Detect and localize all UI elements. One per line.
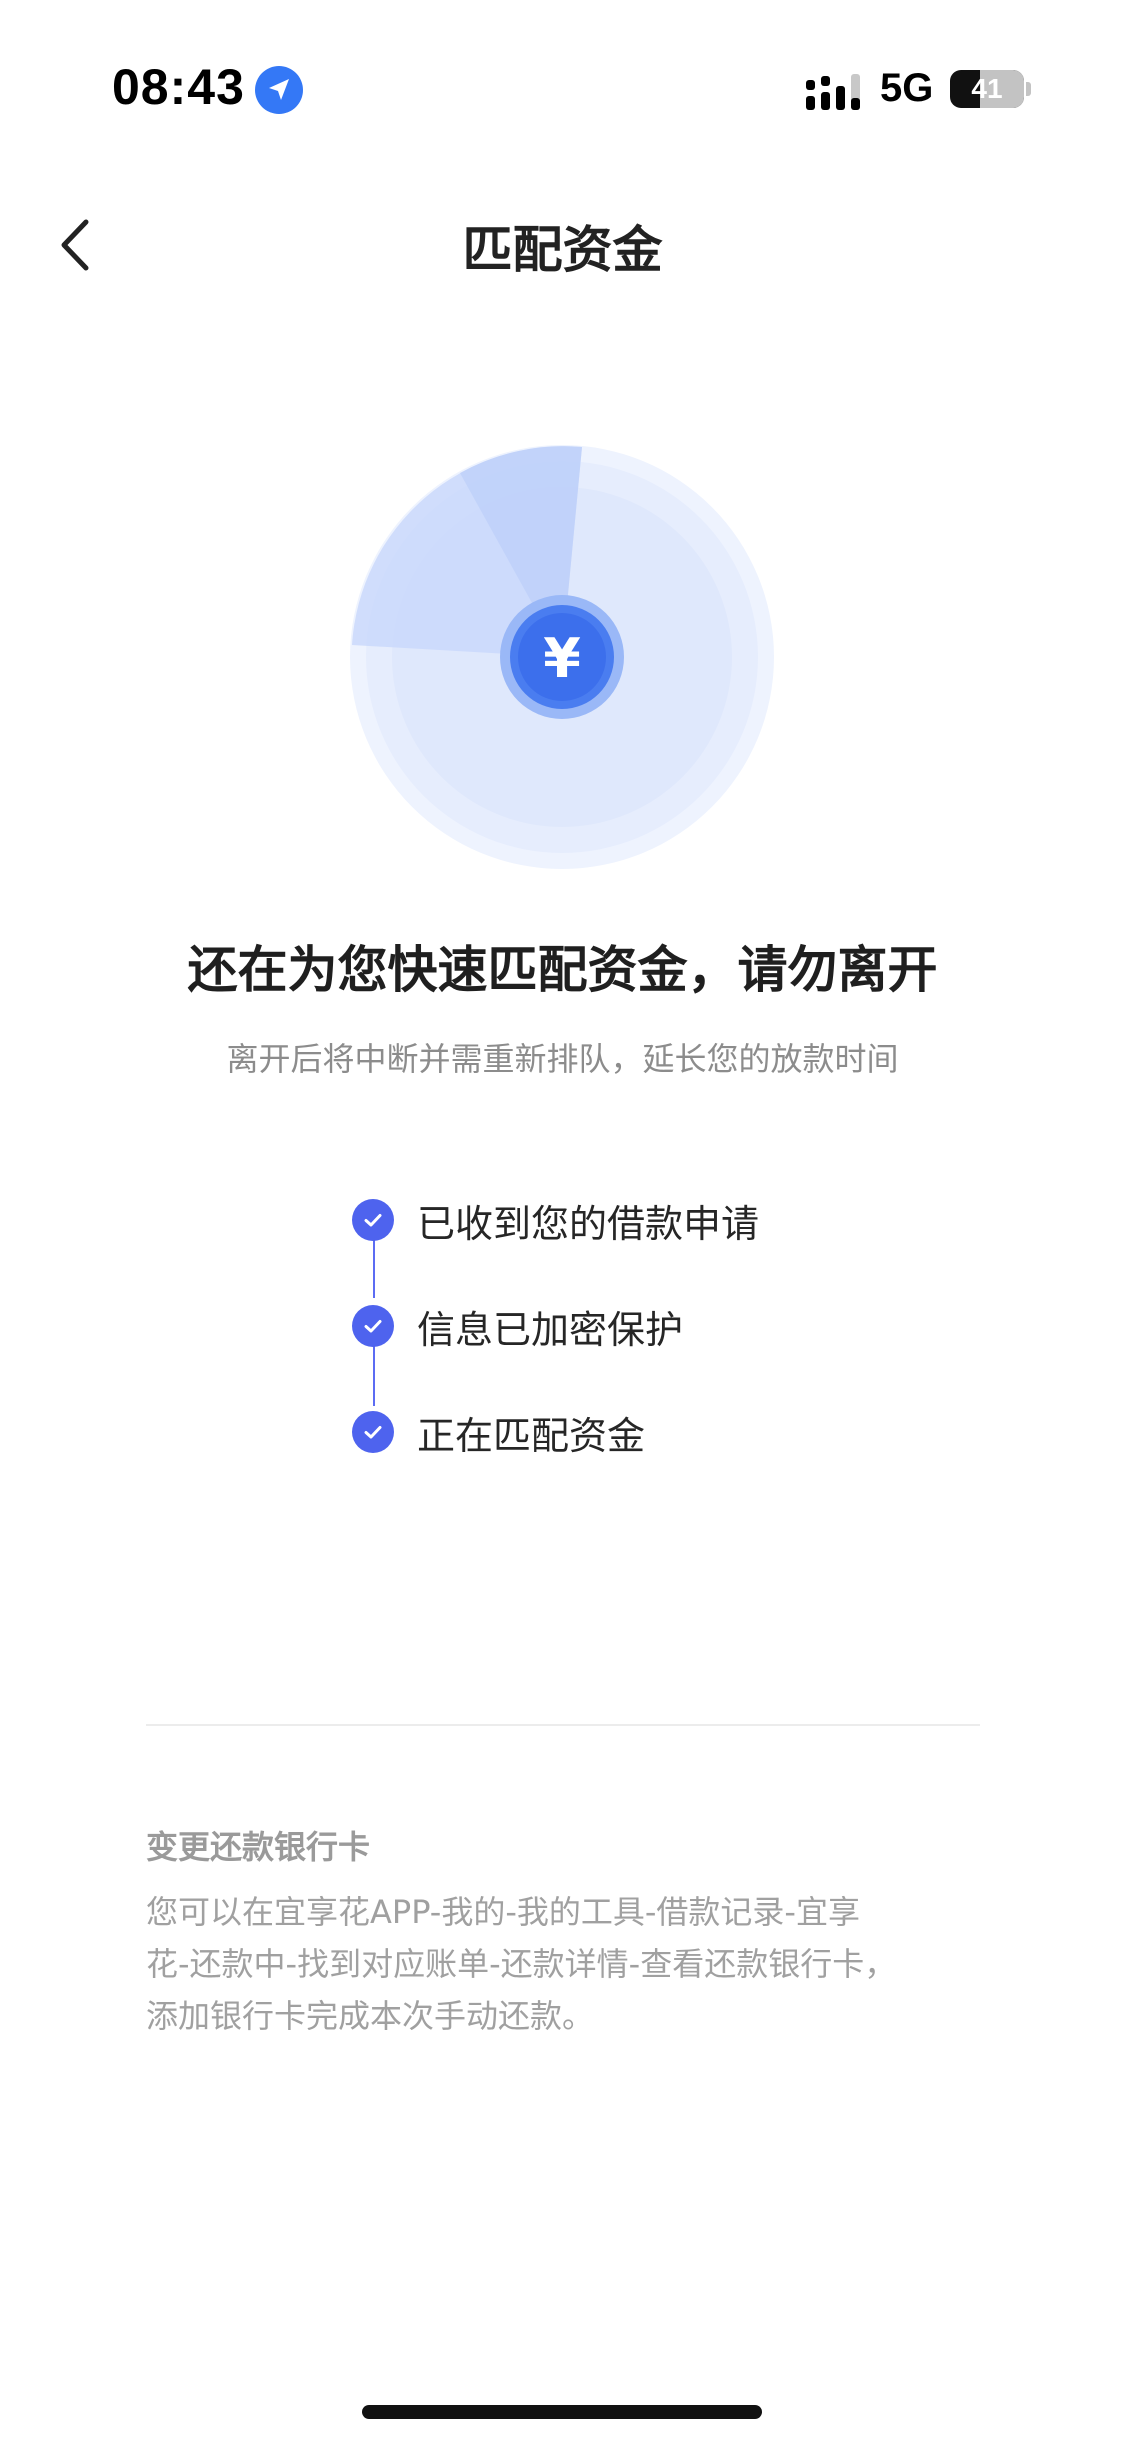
notice-line: 您可以在宜享花APP-我的-我的工具-借款记录-宜享 [146,1893,860,1931]
subline: 离开后将中断并需重新排队，延长您的放款时间 [226,1040,899,1078]
currency-symbol: ¥ [543,627,581,690]
check-circle-icon [352,1305,394,1347]
divider [146,1724,980,1726]
notice-title: 变更还款银行卡 [146,1828,371,1866]
check-circle-icon [352,1411,394,1453]
notice-line: 花-还款中-找到对应账单-还款详情-查看还款银行卡， [146,1945,897,1983]
battery-cap [1026,82,1031,96]
notice-body: 您可以在宜享花APP-我的-我的工具-借款记录-宜享 花-还款中-找到对应账单-… [146,1886,976,2042]
step-label: 信息已加密保护 [417,1307,684,1352]
signal-icon [806,74,860,110]
step-label: 正在匹配资金 [417,1413,646,1458]
battery-level-text: 41 [971,73,1003,104]
step-item: 已收到您的借款申请 [352,1190,759,1250]
home-indicator[interactable] [362,2405,762,2419]
battery-icon: 41 [950,70,1024,108]
radar-animation: ¥ [350,445,774,869]
headline: 还在为您快速匹配资金，请勿离开 [187,941,938,999]
notice-line: 添加银行卡完成本次手动还款。 [146,1997,595,2035]
step-item: 正在匹配资金 [352,1402,645,1462]
location-arrow-icon [255,66,303,114]
progress-steps: 已收到您的借款申请 信息已加密保护 正在匹配资金 [352,1190,952,1460]
step-item: 信息已加密保护 [352,1296,683,1356]
network-label: 5G [880,66,934,110]
check-circle-icon [352,1199,394,1241]
status-time: 08:43 [112,59,245,115]
page-title: 匹配资金 [462,221,663,279]
step-label: 已收到您的借款申请 [417,1201,760,1246]
